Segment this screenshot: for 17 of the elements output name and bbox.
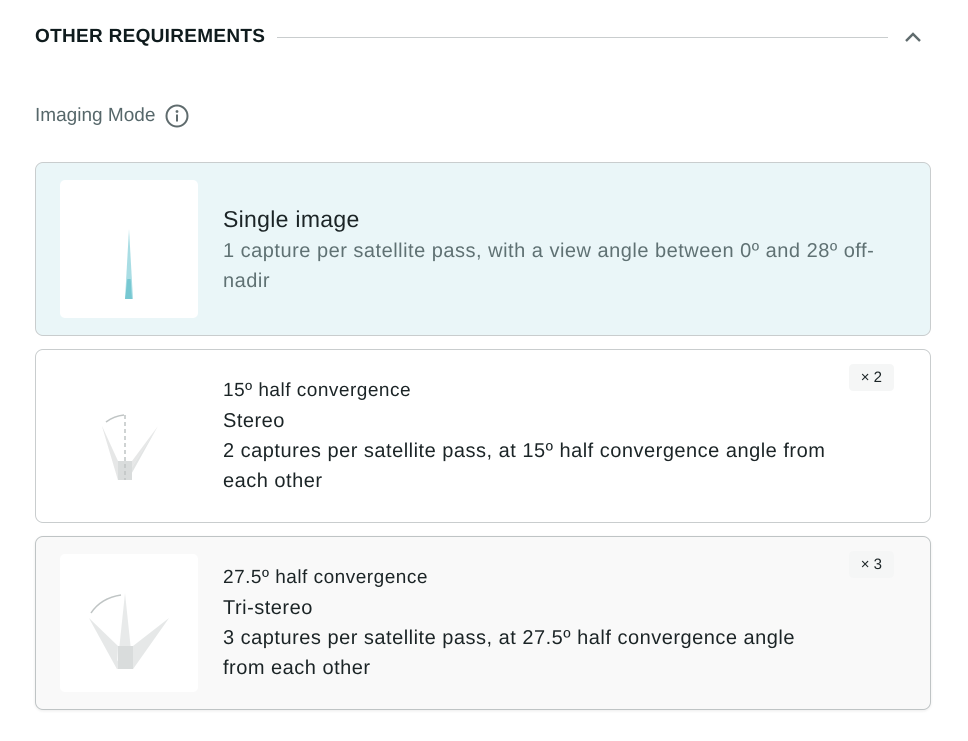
option-description: 1 capture per satellite pass, with a view angle between 0º and 28º off-nadir (223, 239, 876, 294)
option-card[interactable]: 27.5º half convergence Tri-stereo 3 captures per satellite pass, at 27.5º half convergence angle from each other × 3 (35, 536, 931, 710)
option-card[interactable]: 15º half convergence Stereo 2 captures per satellite pass, at 15º half convergence angle from each other × 2 (35, 349, 931, 523)
option-card[interactable]: Single image 1 capture per satellite pass, with a view angle between 0º and 28º off-nadir (35, 162, 931, 336)
info-icon[interactable] (165, 104, 190, 128)
option-title: Single image (223, 205, 361, 234)
multiplier-badge: × 3 (848, 551, 894, 578)
option-description: 2 captures per satellite pass, at 15º half convergence angle from each other (223, 439, 826, 494)
option-description: 3 captures per satellite pass, at 27.5º half convergence angle from each other (223, 626, 796, 681)
option-title: Stereo (223, 409, 286, 434)
section-title: OTHER REQUIREMENTS (35, 26, 266, 48)
option-subtitle: 27.5º half convergence (223, 566, 429, 590)
option-title: Tri-stereo (223, 596, 314, 621)
chevron-up-icon[interactable] (904, 31, 922, 43)
multiplier-badge: × 2 (848, 364, 894, 391)
field-label: Imaging Mode (35, 105, 156, 127)
option-subtitle: 15º half convergence (223, 379, 412, 403)
